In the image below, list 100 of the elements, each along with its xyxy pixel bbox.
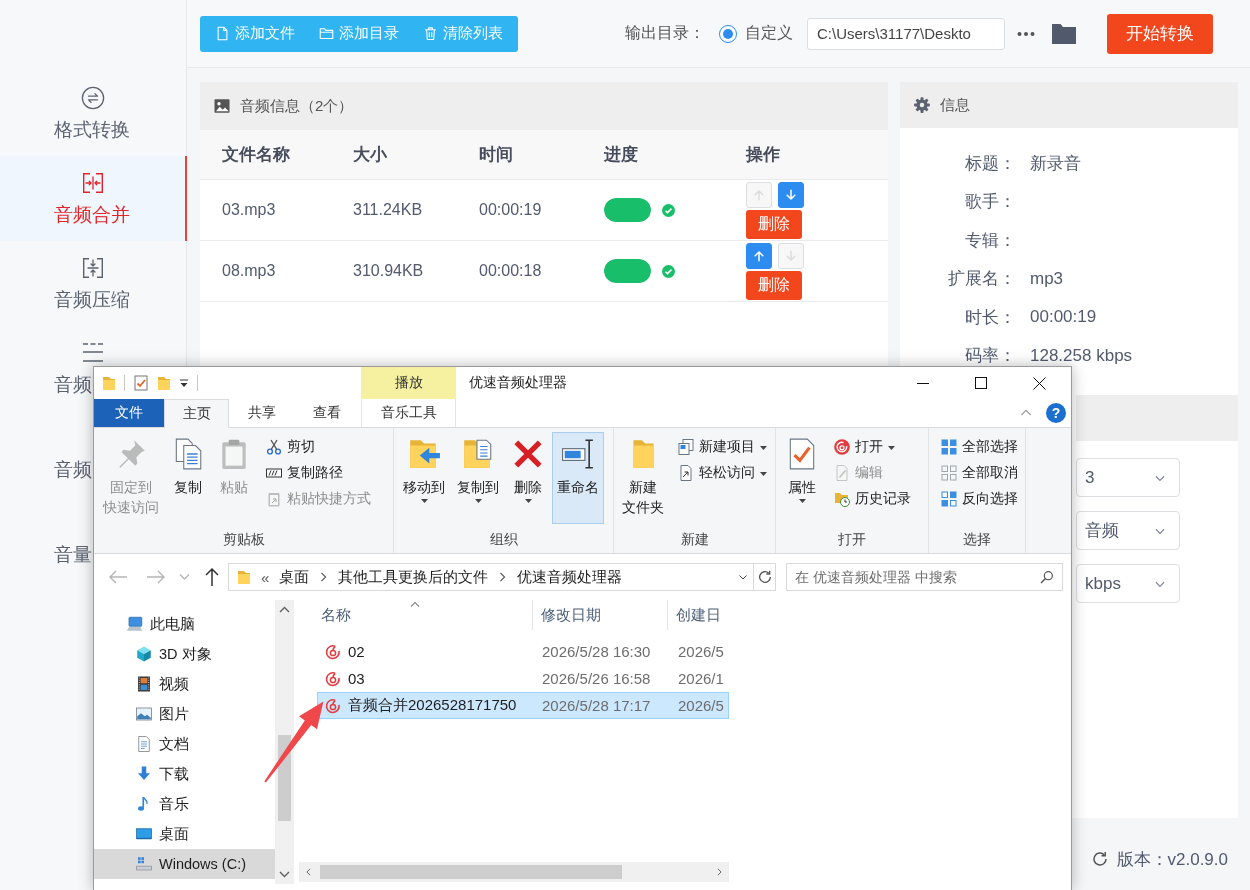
- ribbon-button[interactable]: 历史记录: [830, 486, 915, 512]
- ribbon-button[interactable]: 重命名: [552, 432, 604, 524]
- sidebar-item[interactable]: 音频: [54, 374, 92, 396]
- sidebar-item[interactable]: 音量: [54, 544, 92, 566]
- scrollbar-thumb[interactable]: [320, 865, 622, 879]
- column-header[interactable]: 修改日期: [532, 600, 668, 630]
- ribbon-tab[interactable]: 共享: [229, 399, 294, 427]
- nav-item[interactable]: 文档: [94, 729, 275, 759]
- select-all-icon: [941, 439, 957, 455]
- refresh-icon[interactable]: [756, 569, 773, 585]
- caret-icon[interactable]: [179, 378, 189, 388]
- ribbon-button[interactable]: 轻松访问: [674, 460, 771, 486]
- ribbon-button[interactable]: 移动到: [398, 432, 450, 524]
- radio-option[interactable]: 自定义: [719, 23, 793, 44]
- more-icon[interactable]: [1017, 30, 1035, 37]
- film-icon: [135, 675, 153, 693]
- ribbon-button[interactable]: 全部取消: [937, 460, 1022, 486]
- sort-caret-icon: [410, 601, 421, 607]
- table-cell-text: 310.94KB: [353, 262, 425, 280]
- swirl-icon: [325, 670, 341, 687]
- breadcrumb[interactable]: 优速音频处理器: [517, 567, 623, 587]
- ribbon-tab[interactable]: 主页: [164, 399, 229, 428]
- file-row[interactable]: 音频合并2026528171750 2026/5/28 17:17 2026/5: [317, 692, 729, 719]
- file-row[interactable]: 03 2026/5/26 16:58 2026/1: [317, 665, 729, 692]
- ribbon-button[interactable]: 新建项目: [674, 434, 771, 460]
- output-path-field[interactable]: C:\Users\31177\Deskto: [807, 17, 1005, 50]
- date-cell-text: 2026/5/28 16:30: [541, 643, 652, 660]
- start-convert-button[interactable]: 开始转换: [1107, 13, 1213, 54]
- dropdown[interactable]: 音频: [1076, 511, 1180, 550]
- column-header: 进度: [604, 144, 639, 166]
- folder-icon[interactable]: [1051, 22, 1077, 45]
- nav-item[interactable]: Windows (C:): [94, 849, 275, 879]
- chevron-left-icon: [305, 866, 312, 878]
- refresh-icon[interactable]: [1090, 850, 1109, 868]
- invert-selection-icon: [941, 491, 957, 507]
- breadcrumb-overflow[interactable]: «: [261, 568, 270, 586]
- search-field[interactable]: 在 优速音频处理器 中搜索: [786, 563, 1063, 591]
- breadcrumb[interactable]: 桌面: [279, 567, 310, 587]
- checkmark-document-icon[interactable]: [133, 375, 149, 391]
- ribbon-button[interactable]: 全部选择: [937, 434, 1022, 460]
- computer-icon: [126, 615, 144, 633]
- ribbon-tab[interactable]: 文件: [94, 399, 164, 427]
- ribbon-button[interactable]: 复制: [166, 432, 210, 524]
- scissors-icon: [266, 439, 282, 455]
- sidebar-item[interactable]: 音频: [54, 459, 92, 481]
- column-header[interactable]: 创建日: [668, 600, 729, 630]
- ribbon-button[interactable]: 打开: [830, 434, 915, 460]
- horizontal-scrollbar[interactable]: [299, 862, 729, 882]
- table-cell-text: 03.mp3: [222, 201, 277, 219]
- field-value: 00:00:19: [1029, 307, 1098, 328]
- move-down-button[interactable]: [778, 181, 804, 208]
- sidebar-item[interactable]: 音频合并: [0, 156, 187, 241]
- chevron-up-icon: [279, 606, 290, 613]
- ribbon-tab[interactable]: 查看: [294, 399, 359, 427]
- ribbon-button[interactable]: 复制到: [452, 432, 504, 524]
- folder-icon: [319, 26, 334, 41]
- column-header[interactable]: 名称: [299, 600, 533, 630]
- close-icon[interactable]: [1032, 376, 1046, 390]
- move-up-button[interactable]: [746, 242, 772, 269]
- chevron-right-icon: [498, 571, 508, 583]
- documents-icon: [678, 439, 694, 455]
- delete-button[interactable]: 删除: [746, 209, 802, 239]
- ribbon-group-label: 新建: [679, 530, 710, 549]
- nav-item[interactable]: 此电脑: [94, 609, 275, 639]
- file-name: 02: [348, 643, 365, 660]
- delete-button[interactable]: 删除: [746, 270, 802, 300]
- file-icon: [215, 26, 230, 41]
- scrollbar-thumb[interactable]: [278, 735, 291, 821]
- dropdown[interactable]: 3: [1076, 458, 1180, 497]
- up-arrow-icon[interactable]: [204, 567, 220, 587]
- nav-item[interactable]: 下载: [94, 759, 275, 789]
- ribbon-button[interactable]: 反向选择: [937, 486, 1022, 512]
- nav-item[interactable]: 3D 对象: [94, 639, 275, 669]
- address-bar[interactable]: « 桌面 其他工具更换后的文件 优速音频处理器: [228, 563, 776, 591]
- ribbon-button[interactable]: 属性: [780, 432, 824, 524]
- table-cell-text: 311.24KB: [353, 201, 424, 219]
- sidebar-item[interactable]: 格式转换: [54, 119, 130, 141]
- ribbon-button[interactable]: 删除: [506, 432, 550, 524]
- ribbon-button[interactable]: 剪切: [262, 434, 375, 460]
- search-icon[interactable]: [1039, 569, 1055, 585]
- vertical-scrollbar[interactable]: [275, 600, 294, 884]
- help-button[interactable]: ?: [1046, 403, 1066, 423]
- trash-icon: [423, 26, 438, 41]
- nav-item[interactable]: 图片: [94, 699, 275, 729]
- lines-icon: [80, 341, 105, 365]
- ribbon-button[interactable]: 新建 文件夹: [618, 432, 668, 524]
- nav-item[interactable]: 音乐: [94, 789, 275, 819]
- field-label: 码率：: [964, 345, 1016, 368]
- column-header: 大小: [353, 144, 388, 166]
- swap-arrows-icon: [80, 86, 105, 110]
- select-none-icon: [941, 465, 957, 481]
- dropdown[interactable]: kbps: [1076, 564, 1180, 603]
- sidebar-item[interactable]: 音频压缩: [54, 289, 130, 311]
- ribbon-button[interactable]: 复制路径: [262, 460, 375, 486]
- maximize-icon[interactable]: [975, 377, 987, 389]
- breadcrumb[interactable]: 其他工具更换后的文件: [338, 567, 489, 587]
- nav-item[interactable]: 视频: [94, 669, 275, 699]
- chevron-right-icon: [716, 866, 723, 878]
- nav-item[interactable]: 桌面: [94, 819, 275, 849]
- file-row[interactable]: 02 2026/5/28 16:30 2026/5: [317, 638, 729, 665]
